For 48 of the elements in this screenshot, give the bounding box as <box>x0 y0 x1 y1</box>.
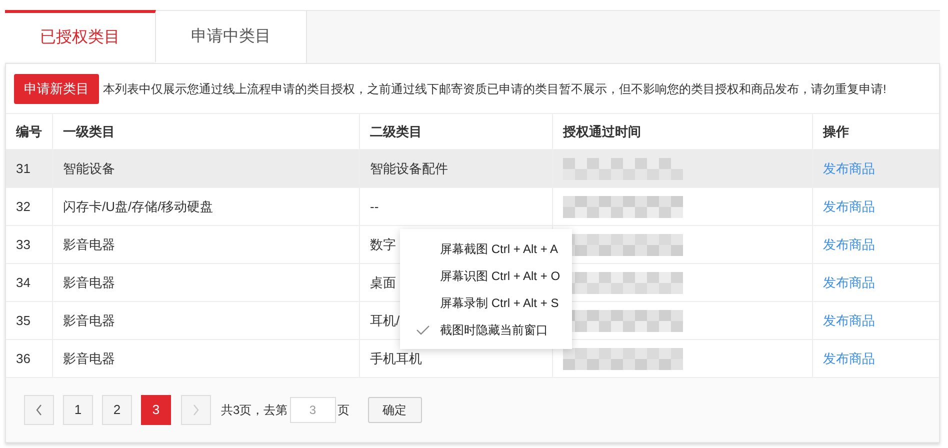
page-button[interactable]: 1 <box>63 395 93 425</box>
menu-item[interactable]: 屏幕录制 Ctrl + Alt + S <box>400 289 572 316</box>
publish-product-link[interactable]: 发布商品 <box>823 310 875 330</box>
publish-product-link[interactable]: 发布商品 <box>823 196 875 216</box>
column-header: 操作 <box>823 122 849 141</box>
confirm-button[interactable]: 确定 <box>368 397 422 423</box>
column-header: 编号 <box>16 122 42 141</box>
table-cell-text: 35 <box>16 312 30 330</box>
publish-product-link[interactable]: 发布商品 <box>823 158 875 178</box>
publish-product-link[interactable]: 发布商品 <box>823 234 875 254</box>
table-cell-text: 影音电器 <box>63 236 115 254</box>
page-number-field[interactable]: 3 <box>290 397 336 423</box>
column-header: 一级类目 <box>63 122 115 141</box>
apply-new-category-button[interactable]: 申请新类目 <box>14 74 99 104</box>
checkmark-icon <box>416 324 430 334</box>
menu-item[interactable]: 屏幕截图 Ctrl + Alt + A <box>400 235 572 262</box>
chevron-left-icon <box>35 404 43 416</box>
table-cell-text: 手机耳机 <box>370 350 422 368</box>
menu-item[interactable]: 截图时隐藏当前窗口 <box>400 316 572 343</box>
table-cell-text: 耳机/ <box>370 312 400 330</box>
table-cell-text: 34 <box>16 274 30 292</box>
table-cell-text: 31 <box>16 160 30 178</box>
column-header: 二级类目 <box>370 122 422 141</box>
notice-text: 本列表中仅展示您通过线上流程申请的类目授权，之前通过线下邮寄资质已申请的类目暂不展示，但不影响您的类目授权和商品发布，请勿重复申请! <box>103 80 886 98</box>
total-pages-text: 共3页，去第 <box>221 402 288 419</box>
page-button[interactable]: 2 <box>102 395 132 425</box>
table-cell-text: 智能设备配件 <box>370 160 448 178</box>
table-cell-text: 影音电器 <box>63 312 115 330</box>
table-cell-text: 智能设备 <box>63 160 115 178</box>
tab[interactable]: 已授权类目 <box>5 10 156 62</box>
page-suffix-text: 页 <box>338 402 350 419</box>
tab[interactable]: 申请中类目 <box>156 11 307 63</box>
previous-page-button[interactable] <box>24 395 54 425</box>
menu-item[interactable]: 屏幕识图 Ctrl + Alt + O <box>400 262 572 289</box>
table-cell-text: 33 <box>16 236 30 254</box>
table-cell-text: 影音电器 <box>63 274 115 292</box>
chevron-right-icon <box>192 404 200 416</box>
table-cell-text: 数字 <box>370 236 396 254</box>
table-cell-text: 闪存卡/U盘/存储/移动硬盘 <box>63 198 214 216</box>
table-cell-text: 32 <box>16 198 30 216</box>
table-cell-text: 36 <box>16 350 30 368</box>
table-cell-text: 影音电器 <box>63 350 115 368</box>
publish-product-link[interactable]: 发布商品 <box>823 348 875 368</box>
column-header: 授权通过时间 <box>563 122 641 141</box>
table-cell-text: -- <box>370 198 379 216</box>
page-button[interactable]: 3 <box>141 395 171 425</box>
table-cell-text: 桌面 <box>370 274 396 292</box>
publish-product-link[interactable]: 发布商品 <box>823 272 875 292</box>
